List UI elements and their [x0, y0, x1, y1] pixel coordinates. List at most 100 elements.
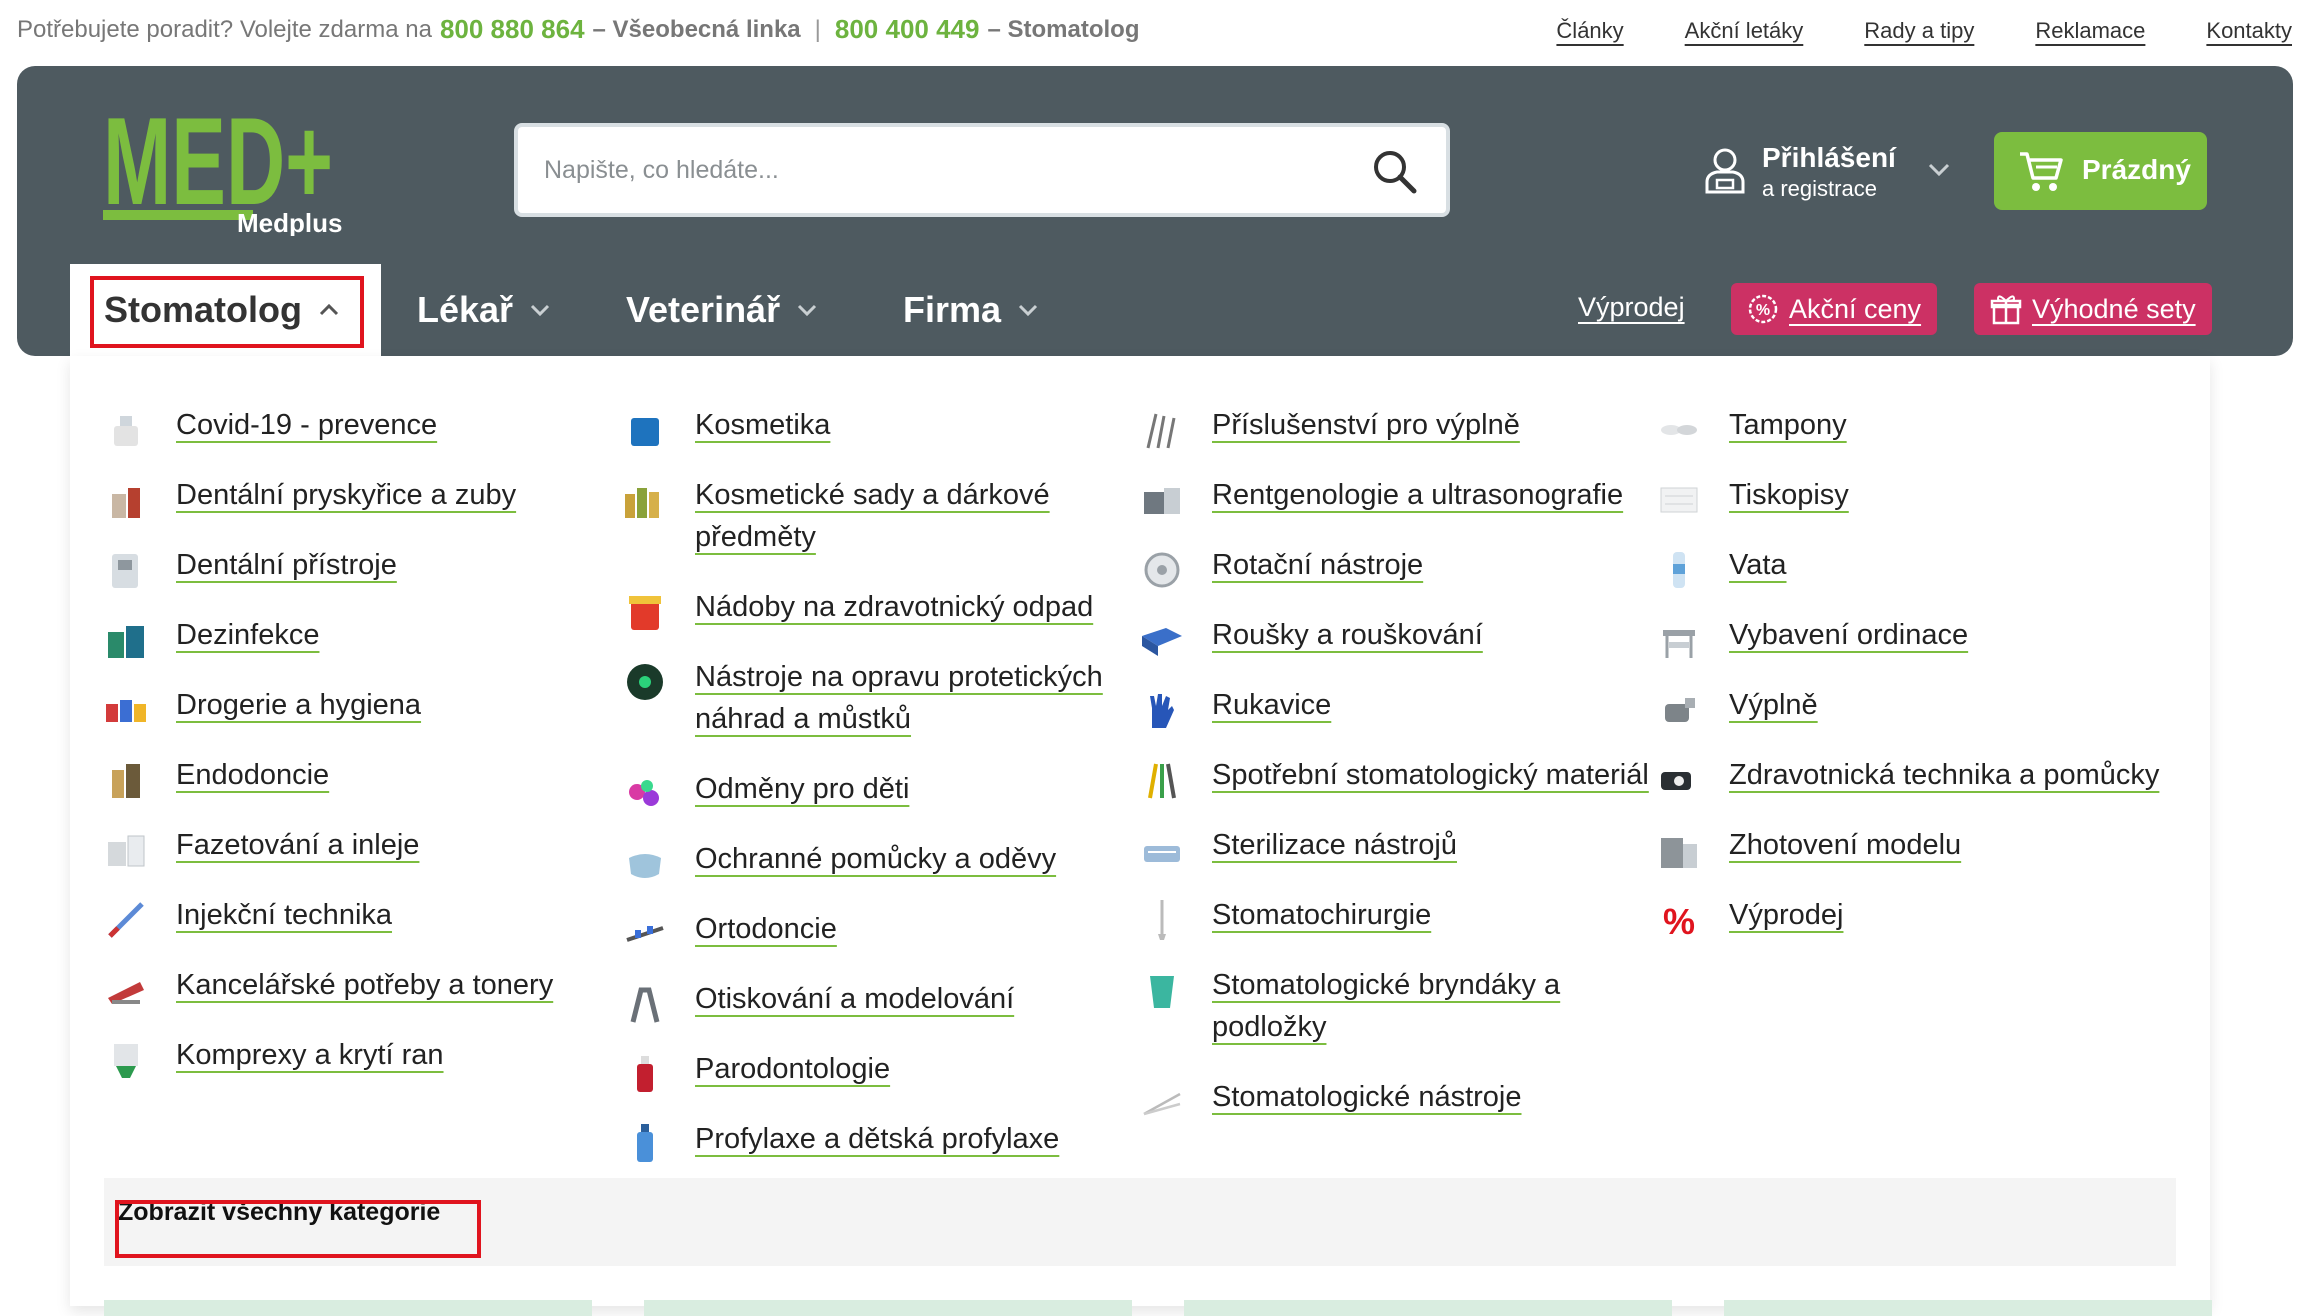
category-link[interactable]: Stomatologické bryndáky a podložky	[1212, 964, 1660, 1048]
login-register[interactable]: Přihlášení a registrace	[1703, 142, 1950, 202]
category-link[interactable]: Výplně	[1729, 684, 1818, 726]
category-link[interactable]: Stomatologické nástroje	[1212, 1076, 1522, 1118]
nav-veterinar[interactable]: Veterinář	[626, 265, 818, 355]
medplus-logo[interactable]: MED+ Medplus	[103, 106, 358, 236]
category-link[interactable]: Ochranné pomůcky a oděvy	[695, 838, 1056, 880]
nav-sale-link[interactable]: Výprodej	[1578, 292, 1685, 323]
category-item[interactable]: Nádoby na zdravotnický odpad	[623, 586, 1143, 634]
category-item[interactable]: Zdravotnická technika a pomůcky	[1657, 754, 2177, 802]
category-link[interactable]: Tampony	[1729, 404, 1847, 446]
category-link[interactable]: Injekční technika	[176, 894, 392, 936]
category-item[interactable]: Sterilizace nástrojů	[1140, 824, 1660, 872]
category-item[interactable]: Vata	[1657, 544, 2177, 592]
category-item[interactable]: Ochranné pomůcky a oděvy	[623, 838, 1143, 886]
category-link[interactable]: Vybavení ordinace	[1729, 614, 1968, 656]
category-link[interactable]: Zdravotnická technika a pomůcky	[1729, 754, 2159, 796]
promo-action-prices[interactable]: % Akční ceny	[1731, 283, 1938, 335]
category-item[interactable]: Dentální přístroje	[104, 544, 624, 592]
category-link[interactable]: Dentální pryskyřice a zuby	[176, 474, 516, 516]
category-link[interactable]: Dentální přístroje	[176, 544, 397, 586]
category-item[interactable]: Tiskopisy	[1657, 474, 2177, 522]
phone-dentist[interactable]: 800 400 449	[835, 14, 980, 45]
link-contacts[interactable]: Kontakty	[2206, 18, 2292, 44]
category-item[interactable]: Stomatologické bryndáky a podložky	[1140, 964, 1660, 1048]
category-link[interactable]: Příslušenství pro výplně	[1212, 404, 1520, 446]
category-item[interactable]: Otiskování a modelování	[623, 978, 1143, 1026]
category-link[interactable]: Kancelářské potřeby a tonery	[176, 964, 553, 1006]
category-item[interactable]: Spotřební stomatologický materiál	[1140, 754, 1660, 802]
category-item[interactable]: Rukavice	[1140, 684, 1660, 732]
category-item[interactable]: Tampony	[1657, 404, 2177, 452]
category-item[interactable]: Covid-19 - prevence	[104, 404, 624, 452]
nav-lekar[interactable]: Lékař	[417, 265, 551, 355]
category-item[interactable]: Zhotovení modelu	[1657, 824, 2177, 872]
category-link[interactable]: Výprodej	[1729, 894, 1843, 936]
category-item[interactable]: Drogerie a hygiena	[104, 684, 624, 732]
link-leaflets[interactable]: Akční letáky	[1685, 18, 1804, 44]
category-item[interactable]: Rentgenologie a ultrasonografie	[1140, 474, 1660, 522]
category-item[interactable]: Rotační nástroje	[1140, 544, 1660, 592]
category-link[interactable]: Endodoncie	[176, 754, 329, 796]
phone-general[interactable]: 800 880 864	[440, 14, 585, 45]
cart-icon	[2020, 152, 2063, 191]
category-item[interactable]: Odměny pro děti	[623, 768, 1143, 816]
category-item[interactable]: Vybavení ordinace	[1657, 614, 2177, 662]
category-link[interactable]: Komprexy a krytí ran	[176, 1034, 444, 1076]
category-link[interactable]: Kosmetické sady a dárkové předměty	[695, 474, 1143, 558]
category-item[interactable]: Příslušenství pro výplně	[1140, 404, 1660, 452]
category-item[interactable]: Roušky a rouškování	[1140, 614, 1660, 662]
category-item[interactable]: Nástroje na opravu protetických náhrad a…	[623, 656, 1143, 740]
category-link[interactable]: Covid-19 - prevence	[176, 404, 437, 446]
category-item[interactable]: Kancelářské potřeby a tonery	[104, 964, 624, 1012]
category-link[interactable]: Rotační nástroje	[1212, 544, 1423, 586]
category-item[interactable]: Endodoncie	[104, 754, 624, 802]
veneers-icon	[108, 835, 145, 867]
category-link[interactable]: Sterilizace nástrojů	[1212, 824, 1457, 866]
category-item[interactable]: Dezinfekce	[104, 614, 624, 662]
category-link[interactable]: Fazetování a inleje	[176, 824, 419, 866]
category-item[interactable]: Fazetování a inleje	[104, 824, 624, 872]
category-link[interactable]: Vata	[1729, 544, 1787, 586]
nav-firma[interactable]: Firma	[903, 265, 1039, 355]
cart-label: Prázdný	[2082, 154, 2191, 185]
category-link[interactable]: Nádoby na zdravotnický odpad	[695, 586, 1093, 628]
category-item[interactable]: Profylaxe a dětská profylaxe	[623, 1118, 1143, 1166]
category-link[interactable]: Nástroje na opravu protetických náhrad a…	[695, 656, 1143, 740]
consumables-icon	[1148, 763, 1176, 799]
category-item[interactable]: Kosmetické sady a dárkové předměty	[623, 474, 1143, 558]
link-tips[interactable]: Rady a tipy	[1864, 18, 1974, 44]
promo-value-sets[interactable]: Výhodné sety	[1974, 283, 2212, 335]
category-item[interactable]: Parodontologie	[623, 1048, 1143, 1096]
search-box[interactable]	[514, 123, 1450, 217]
category-item[interactable]: Stomatologické nástroje	[1140, 1076, 1660, 1124]
category-link[interactable]: Tiskopisy	[1729, 474, 1849, 516]
category-item[interactable]: Kosmetika	[623, 404, 1143, 452]
category-item[interactable]: Stomatochirurgie	[1140, 894, 1660, 942]
link-complaints[interactable]: Reklamace	[2035, 18, 2145, 44]
category-item[interactable]: Komprexy a krytí ran	[104, 1034, 624, 1082]
category-item[interactable]: Ortodoncie	[623, 908, 1143, 956]
category-item[interactable]: % Výprodej	[1657, 894, 2177, 942]
category-link[interactable]: Roušky a rouškování	[1212, 614, 1483, 656]
link-articles[interactable]: Články	[1556, 18, 1623, 44]
category-item[interactable]: Výplně	[1657, 684, 2177, 732]
category-link[interactable]: Profylaxe a dětská profylaxe	[695, 1118, 1059, 1160]
cart-button[interactable]: Prázdný	[1994, 132, 2207, 210]
category-link[interactable]: Otiskování a modelování	[695, 978, 1014, 1020]
search-input[interactable]	[544, 147, 1324, 193]
search-icon[interactable]	[1370, 147, 1418, 195]
category-link[interactable]: Ortodoncie	[695, 908, 837, 950]
category-link[interactable]: Stomatochirurgie	[1212, 894, 1431, 936]
dental-instruments-icon	[1143, 1092, 1181, 1116]
category-link[interactable]: Odměny pro děti	[695, 768, 909, 810]
category-link[interactable]: Dezinfekce	[176, 614, 319, 656]
category-link[interactable]: Parodontologie	[695, 1048, 890, 1090]
category-link[interactable]: Zhotovení modelu	[1729, 824, 1961, 866]
category-link[interactable]: Rukavice	[1212, 684, 1331, 726]
category-item[interactable]: Injekční technika	[104, 894, 624, 942]
category-link[interactable]: Rentgenologie a ultrasonografie	[1212, 474, 1623, 516]
category-link[interactable]: Drogerie a hygiena	[176, 684, 421, 726]
category-link[interactable]: Kosmetika	[695, 404, 830, 446]
category-link[interactable]: Spotřební stomatologický materiál	[1212, 754, 1649, 796]
category-item[interactable]: Dentální pryskyřice a zuby	[104, 474, 624, 522]
